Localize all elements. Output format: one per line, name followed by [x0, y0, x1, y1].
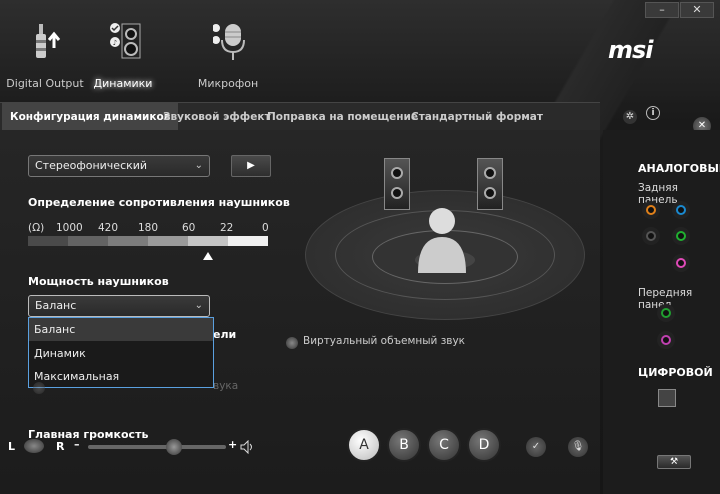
impedance-title: Определение сопротивления наушников [28, 196, 290, 209]
speaker-icon: ♪ [110, 23, 141, 59]
close-button[interactable]: ✕ [680, 2, 714, 18]
right-speaker[interactable] [477, 158, 503, 210]
impedance-value: 60 [182, 222, 196, 234]
tab-default-format[interactable]: Стандартный формат [411, 103, 543, 131]
front-jack-green[interactable] [657, 304, 675, 322]
microphone-test-icon[interactable]: 🎙 [568, 437, 588, 457]
master-volume-label: Главная громкость [28, 428, 149, 441]
preset-c-button[interactable]: C [427, 428, 461, 462]
impedance-segment [148, 236, 188, 246]
volume-knob[interactable] [165, 439, 182, 455]
microphone-icon [213, 24, 245, 60]
power-select[interactable]: Баланс ⌄ [28, 295, 210, 317]
svg-text:♪: ♪ [113, 39, 117, 47]
power-value: Баланс [35, 299, 77, 312]
hidden-label: ели [213, 328, 237, 341]
tab-speaker-config[interactable]: Конфигурация динамиков [2, 103, 179, 131]
analog-title: АНАЛОГОВЫЙ [638, 162, 720, 175]
connector-settings-icon[interactable]: ⚒ [657, 455, 691, 469]
impedance-value: 22 [220, 222, 234, 234]
front-jack-pink[interactable] [657, 331, 675, 349]
listener-icon [418, 208, 466, 273]
power-dropdown-list: Баланс Динамик Максимальная [28, 317, 214, 388]
info-icon[interactable]: i [646, 106, 660, 120]
impedance-value: 1000 [56, 222, 83, 234]
impedance-segment [68, 236, 108, 246]
impedance-value: 420 [98, 222, 119, 234]
impedance-value: 180 [138, 222, 159, 234]
power-title: Мощность наушников [28, 275, 169, 288]
volume-plus-button[interactable]: + [228, 438, 237, 451]
msi-logo: msi [608, 36, 654, 64]
plug-icon [36, 24, 61, 58]
rear-jack-blue[interactable] [672, 201, 690, 219]
impedance-indicator [203, 252, 213, 260]
virtual-surround-label: Виртуальный объемный звук [303, 335, 466, 347]
tab-bar: Конфигурация динамиков Звуковой эффект П… [0, 102, 600, 131]
rear-jack-orange[interactable] [642, 201, 660, 219]
dropdown-option[interactable]: Динамик [29, 342, 213, 365]
rear-jack-green[interactable] [672, 227, 690, 245]
left-speaker[interactable] [384, 158, 410, 210]
speaker-mode-select[interactable]: Стереофонический ⌄ [28, 155, 210, 177]
device-tab-digital-output[interactable]: Digital Output [0, 22, 90, 92]
dropdown-option[interactable]: Максимальная [29, 365, 213, 388]
impedance-unit: (Ω) [28, 222, 45, 234]
impedance-segment [228, 236, 268, 246]
preset-b-button[interactable]: B [387, 428, 421, 462]
volume-minus-button[interactable]: – [74, 438, 80, 451]
impedance-segment [108, 236, 148, 246]
impedance-segment [188, 236, 228, 246]
chevron-down-icon: ⌄ [194, 160, 203, 171]
save-preset-icon[interactable]: ✓ [526, 437, 546, 457]
play-test-button[interactable]: ▶ [231, 155, 271, 177]
volume-track[interactable] [88, 445, 226, 449]
device-label: Динамики [93, 77, 153, 90]
front-panel-label: Передняя панел [638, 287, 693, 311]
hidden-label: вука [213, 380, 239, 392]
app-window: – ✕ Digital Output ♪ Динамики Микрофон m… [0, 0, 720, 494]
rear-jack-pink[interactable] [672, 254, 690, 272]
impedance-scale-labels: (Ω) 1000 420 180 60 22 0 [28, 222, 273, 236]
impedance-value: 0 [262, 222, 269, 234]
chevron-down-icon: ⌄ [194, 300, 203, 311]
gear-icon[interactable]: ✲ [623, 110, 637, 124]
device-label: Микрофон [197, 77, 259, 90]
preset-a-button[interactable]: A [347, 428, 381, 462]
tab-room-correction[interactable]: Поправка на помещение [267, 103, 418, 131]
preset-d-button[interactable]: D [467, 428, 501, 462]
hidden-radio[interactable] [33, 382, 45, 394]
impedance-segment [28, 236, 68, 246]
balance-knob[interactable] [24, 439, 44, 453]
virtual-surround-radio[interactable] [286, 337, 298, 349]
tab-sound-effect[interactable]: Звуковой эффект [163, 103, 271, 131]
device-tab-speakers[interactable]: ♪ Динамики [78, 22, 168, 92]
device-tab-microphone[interactable]: Микрофон [183, 22, 273, 92]
digital-title: ЦИФРОВОЙ [638, 366, 713, 379]
device-label: Digital Output [6, 77, 84, 90]
speaker-volume-icon[interactable] [240, 440, 256, 454]
rear-jack-gray[interactable] [642, 227, 660, 245]
speaker-mode-value: Стереофонический [35, 159, 148, 172]
balance-left-label: L [8, 440, 16, 453]
balance-right-label: R [56, 440, 65, 453]
digital-port-icon[interactable] [658, 389, 676, 407]
minimize-button[interactable]: – [645, 2, 679, 18]
dropdown-option[interactable]: Баланс [29, 318, 213, 341]
